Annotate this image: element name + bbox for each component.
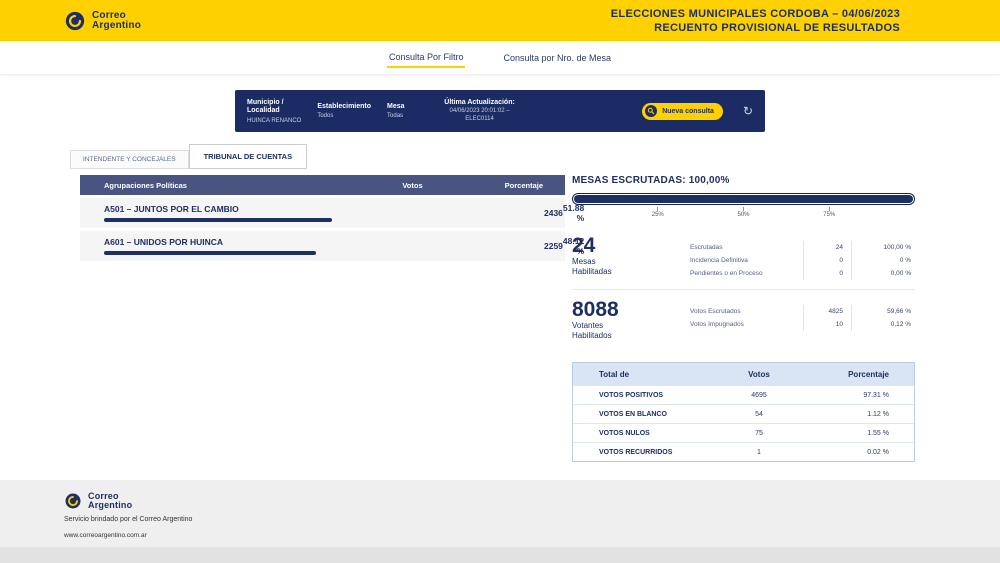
- filter-establecimiento[interactable]: Establecimiento Todos: [317, 103, 371, 120]
- last-update: Última Actualización: 04/06/2023 20:01:0…: [421, 99, 539, 124]
- table-row: VOTOS NULOS 75 1.55 %: [573, 423, 914, 442]
- page-title-line2: RECUENTO PROVISIONAL DE RESULTADOS: [654, 21, 900, 34]
- votantes-label-line1: Votantes: [572, 321, 604, 330]
- votantes-count: 8088: [572, 298, 619, 321]
- tick-50: 50%: [737, 207, 750, 218]
- col-agrupaciones: Agrupaciones Políticas: [104, 180, 187, 190]
- escrutadas-progress-bar: [572, 193, 915, 205]
- party-bar: [104, 251, 544, 255]
- stat-row: Pendientes o en Proceso 0 0,00 %: [690, 267, 915, 280]
- party-name: A601 – UNIDOS POR HUINCA: [104, 237, 224, 247]
- footer-logo: Correo Argentino: [64, 492, 1000, 510]
- establecimiento-label: Establecimiento: [317, 102, 372, 110]
- mesa-value: Todas: [387, 113, 404, 120]
- tick-25: 25%: [652, 207, 664, 218]
- establecimiento-value: Todos: [317, 113, 334, 120]
- mesas-label-line2: Habilitadas: [572, 267, 612, 276]
- update-code: ELEC0114: [465, 116, 494, 123]
- progress-scale: 25% 50% 75%: [572, 207, 915, 223]
- correo-logo-icon: [64, 10, 86, 32]
- table-row: A601 – UNIDOS POR HUINCA 2259 48.12 %: [80, 231, 584, 261]
- header: Correo Argentino ELECCIONES MUNICIPALES …: [0, 0, 1000, 41]
- party-results-table: Agrupaciones Políticas Votos Porcentaje …: [80, 175, 584, 261]
- votantes-label-line2: Habilitados: [572, 331, 612, 340]
- municipio-value: HUINCA RENANCO: [247, 117, 302, 124]
- search-icon: [645, 105, 658, 117]
- footer-url-link[interactable]: www.correoargentino.com.ar: [64, 532, 1000, 539]
- footer-bottom-strip: [0, 547, 1000, 563]
- filter-mesa[interactable]: Mesa Todas: [387, 103, 405, 120]
- tab-intendente-concejales[interactable]: INTENDENTE Y CONCEJALES: [70, 150, 189, 169]
- table-row: VOTOS RECURRIDOS 1 0.02 %: [573, 442, 914, 461]
- footer-brand-text: Correo Argentino: [88, 491, 133, 510]
- header-logo[interactable]: Correo Argentino: [64, 10, 141, 32]
- update-timestamp: 04/06/2023 20:01:02 –: [449, 108, 510, 115]
- mesas-label-line1: Mesas: [572, 257, 596, 266]
- tab-tribunal-de-cuentas[interactable]: TRIBUNAL DE CUENTAS: [188, 144, 308, 169]
- new-query-button[interactable]: Nueva consulta: [642, 102, 723, 120]
- query-tabs: Consulta Por Filtro Consulta por Nro. de…: [0, 41, 1000, 74]
- stats-block: 24 Mesas Habilitadas Escrutadas 24 100,0…: [572, 235, 915, 350]
- mesas-count: 24: [572, 234, 596, 257]
- col-porcentaje: Porcentaje: [504, 180, 543, 190]
- header-brand-text: Correo Argentino: [92, 10, 142, 31]
- totals-table: Total de Votos Porcentaje VOTOS POSITIVO…: [572, 362, 915, 462]
- tab-consulta-por-filtro[interactable]: Consulta Por Filtro: [386, 47, 466, 68]
- page-title-line1: ELECCIONES MUNICIPALES CORDOBA – 04/06/2…: [610, 7, 900, 20]
- party-name: A501 – JUNTOS POR EL CAMBIO: [104, 204, 239, 214]
- refresh-icon[interactable]: ↻: [743, 105, 753, 117]
- mesas-stats: 24 Mesas Habilitadas Escrutadas 24 100,0…: [572, 235, 915, 290]
- stat-row: Votos Impugnados 10 0,12 %: [690, 318, 915, 331]
- escrutadas-progress-fill: [574, 195, 913, 203]
- correo-logo-icon: [64, 492, 82, 510]
- results-header-row: Agrupaciones Políticas Votos Porcentaje: [80, 175, 565, 195]
- summary-panel: MESAS ESCRUTADAS: 100,00% 25% 50% 75% 24…: [572, 175, 915, 462]
- municipio-label-line1: Municipio /: [247, 98, 284, 106]
- footer-service-text: Servicio brindado por el Correo Argentin…: [64, 516, 193, 523]
- table-row: A501 – JUNTOS POR EL CAMBIO 2436 51.88 %: [80, 198, 584, 228]
- new-query-label: Nueva consulta: [662, 107, 714, 115]
- footer: Correo Argentino Servicio brindado por e…: [0, 480, 1000, 563]
- party-votes: 2436: [544, 208, 563, 218]
- tick-75: 75%: [823, 207, 835, 218]
- stat-row: Incidencia Definitiva 0 0 %: [690, 254, 915, 267]
- filter-bar: Municipio / Localidad HUINCA RENANCO Est…: [235, 90, 765, 132]
- update-label: Última Actualización:: [444, 98, 515, 106]
- page: Correo Argentino ELECCIONES MUNICIPALES …: [0, 0, 1000, 563]
- stat-row: Votos Escrutados 4825 59,66 %: [690, 305, 915, 318]
- brand-line2: Argentino: [92, 19, 142, 31]
- party-votes: 2259: [544, 241, 563, 251]
- table-row: VOTOS EN BLANCO 54 1.12 %: [573, 404, 914, 423]
- mesa-label: Mesa: [387, 102, 405, 110]
- tab-consulta-por-mesa[interactable]: Consulta por Nro. de Mesa: [501, 48, 613, 67]
- filter-municipio[interactable]: Municipio / Localidad HUINCA RENANCO: [247, 99, 301, 124]
- votantes-stats: 8088 Votantes Habilitados Votos Escrutad…: [572, 299, 915, 350]
- mesas-escrutadas-title: MESAS ESCRUTADAS: 100,00%: [572, 175, 730, 186]
- col-votos: Votos: [402, 180, 423, 190]
- municipio-label-line2: Localidad: [247, 107, 280, 114]
- page-title: ELECCIONES MUNICIPALES CORDOBA – 04/06/2…: [611, 7, 900, 35]
- totals-header-row: Total de Votos Porcentaje: [573, 363, 914, 385]
- table-row: VOTOS POSITIVOS 4695 97.31 %: [573, 385, 914, 404]
- section-tabs: INTENDENTE Y CONCEJALES TRIBUNAL DE CUEN…: [70, 144, 308, 169]
- stat-row: Escrutadas 24 100,00 %: [690, 241, 915, 254]
- party-bar: [104, 218, 544, 222]
